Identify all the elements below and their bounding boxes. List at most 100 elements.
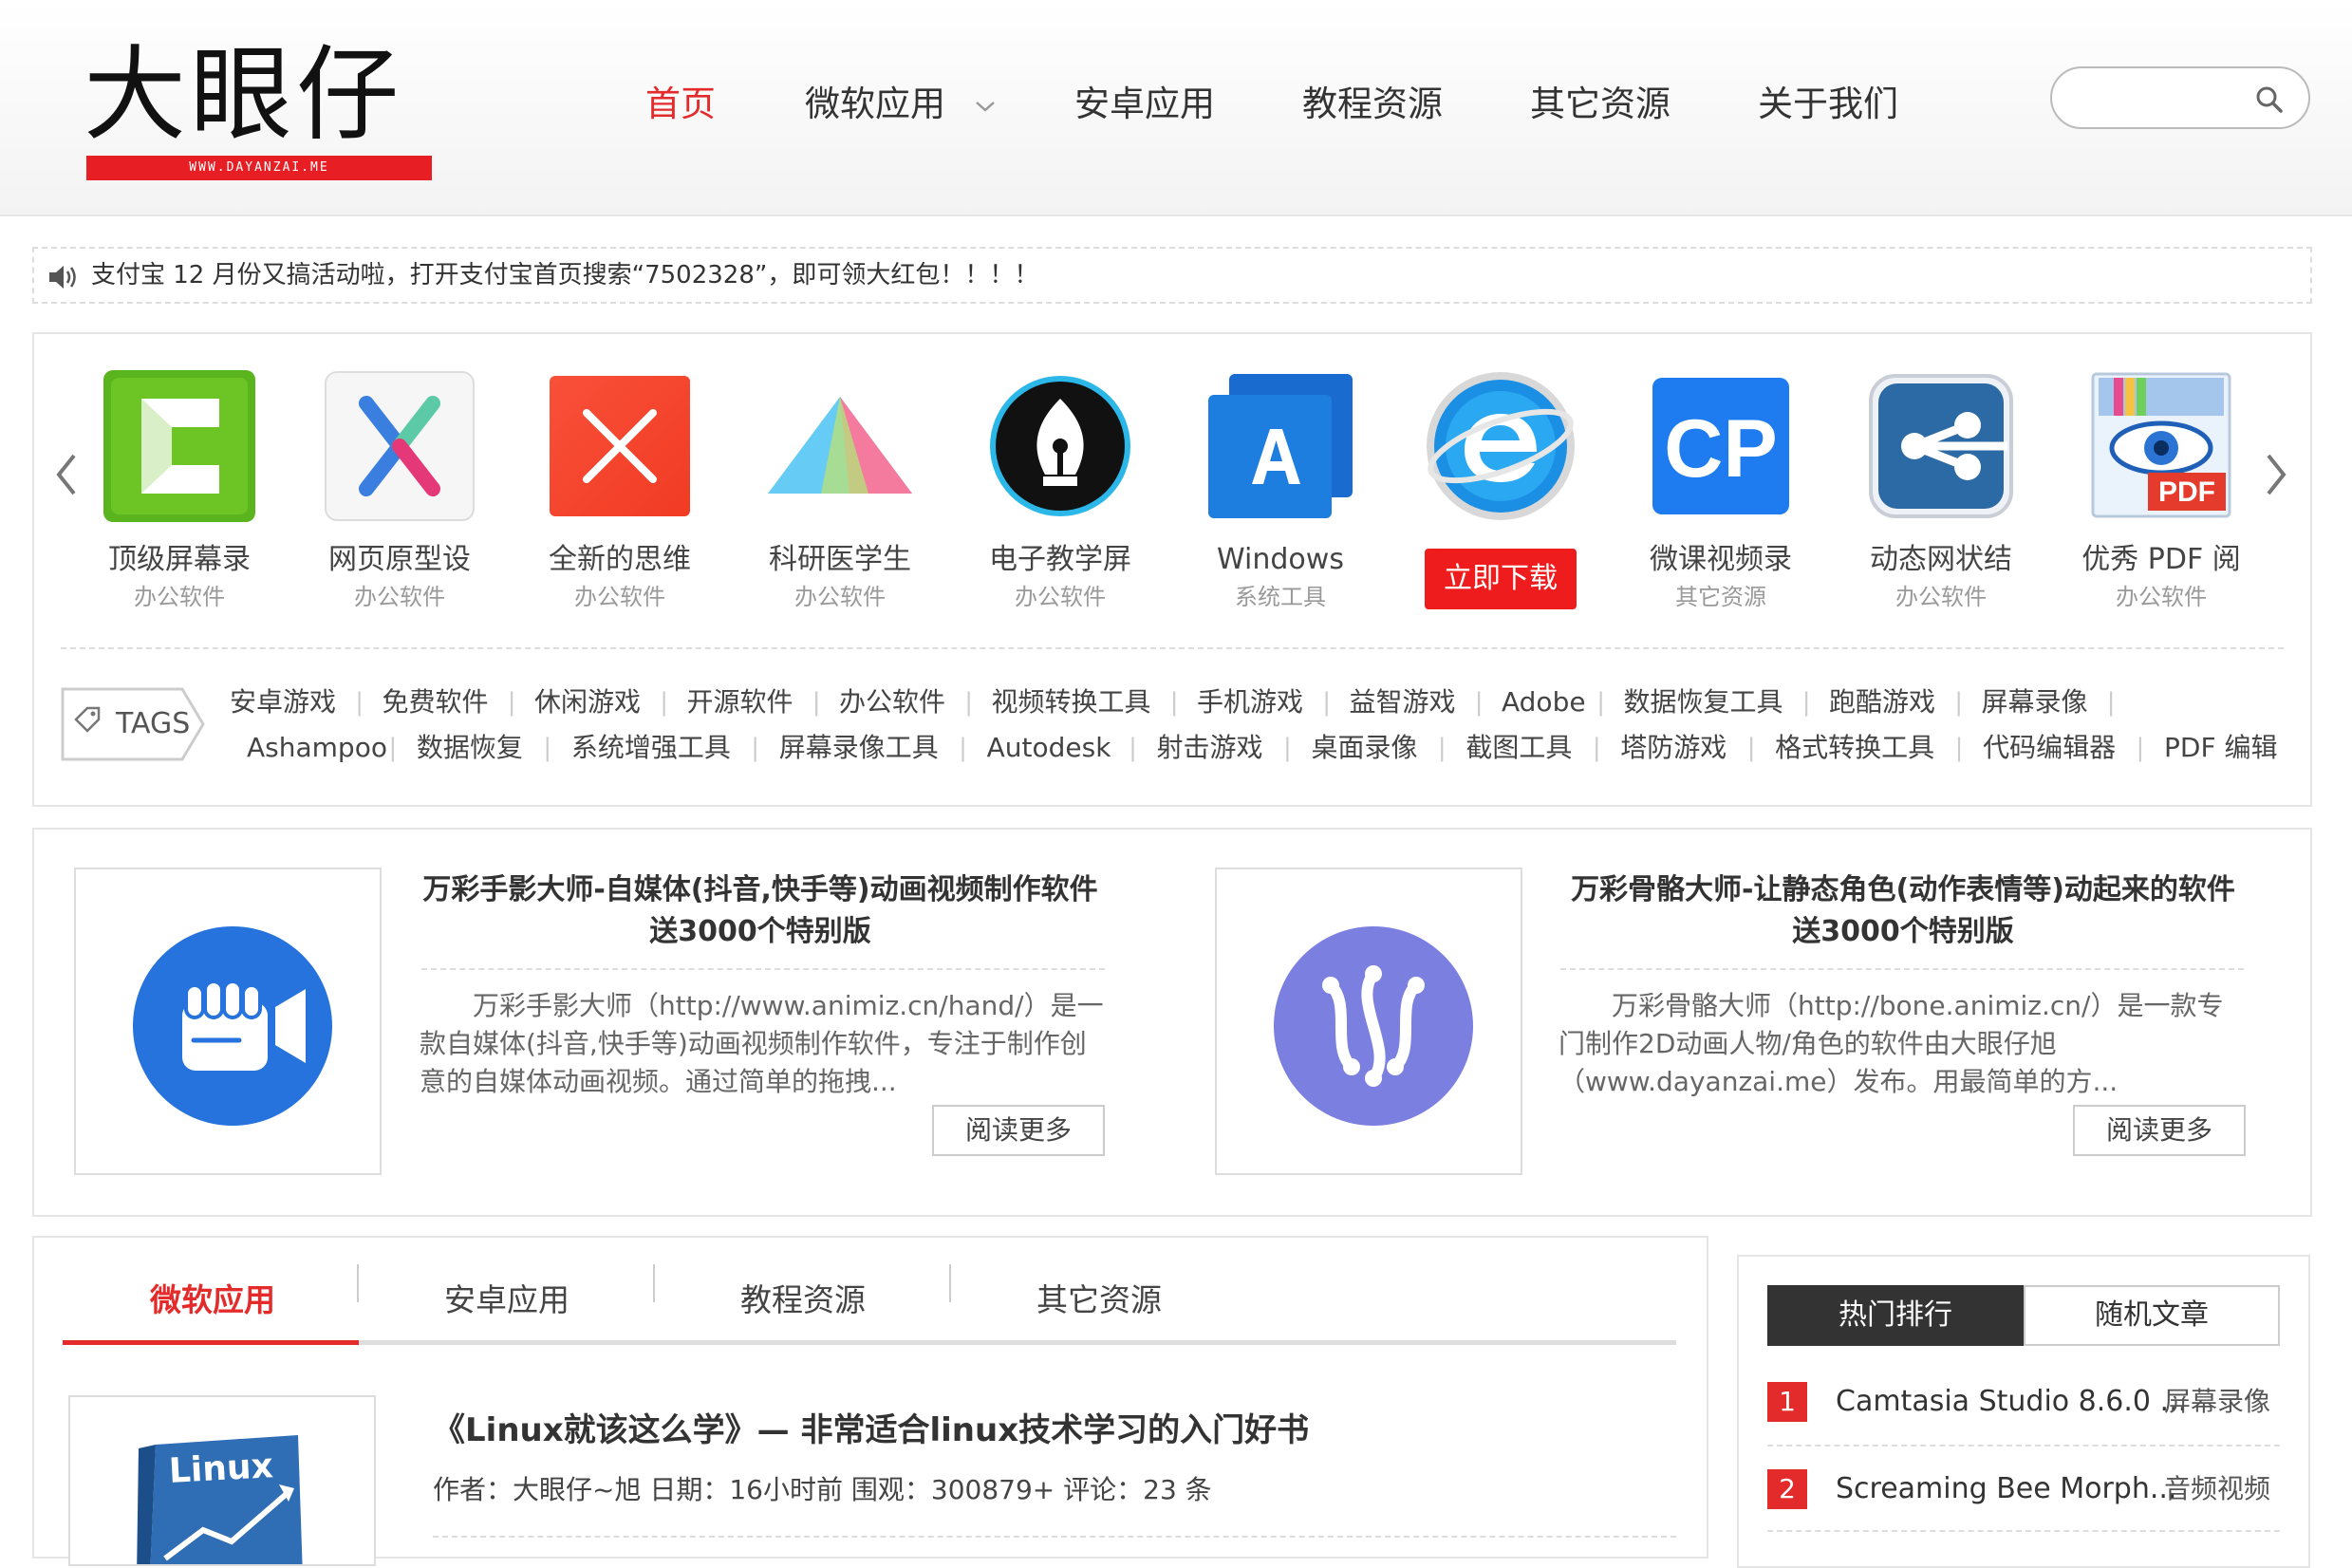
- featured-thumbnail[interactable]: [74, 868, 382, 1175]
- app-card[interactable]: PDF 优秀 PDF 阅 办公软件: [2062, 370, 2251, 617]
- app-category[interactable]: 办公软件: [300, 583, 499, 611]
- tag-link[interactable]: 跑酷游戏: [1829, 683, 1935, 721]
- tab-random-articles[interactable]: 随机文章: [2024, 1285, 2280, 1346]
- app-card[interactable]: 全新的思维 办公软件: [520, 370, 710, 617]
- app-card[interactable]: 立即下载: [1401, 370, 1591, 617]
- app-card[interactable]: Windows 系统工具: [1181, 370, 1371, 617]
- chevron-right-icon[interactable]: [2257, 446, 2295, 503]
- tag-separator: |: [751, 734, 760, 762]
- nav-microsoft-apps[interactable]: 微软应用: [805, 76, 997, 133]
- tag-link[interactable]: 视频转换工具: [992, 683, 1151, 721]
- post-title[interactable]: 《Linux就该这么学》— 非常适合linux技术学习的入门好书: [433, 1407, 1309, 1454]
- tag-link[interactable]: 格式转换工具: [1775, 729, 1934, 767]
- chevron-down-icon: [975, 101, 995, 112]
- download-now-button[interactable]: 立即下载: [1425, 549, 1577, 609]
- rank-item-category[interactable]: 音频视频: [2164, 1469, 2270, 1509]
- app-card[interactable]: 科研医学生 办公软件: [740, 370, 930, 617]
- app-category[interactable]: 办公软件: [961, 583, 1160, 611]
- axure-icon: [325, 371, 475, 521]
- book-cover-text: Linux: [167, 1447, 274, 1491]
- tag-separator: |: [1954, 734, 1964, 762]
- notice-text[interactable]: 支付宝 12 月份又搞活动啦，打开支付宝首页搜索“7502328”，即可领大红包…: [91, 249, 1038, 302]
- tag-link[interactable]: Autodesk: [987, 729, 1111, 767]
- tab-microsoft-apps[interactable]: 微软应用: [150, 1272, 275, 1329]
- featured-title[interactable]: 万彩手影大师-自媒体(抖音,快手等)动画视频制作软件 送3000个特别版: [414, 869, 1107, 953]
- tag-link[interactable]: 屏幕录像: [1982, 683, 2088, 721]
- tag-separator: |: [1322, 688, 1332, 717]
- tag-separator: |: [959, 734, 967, 762]
- divider: [1560, 968, 2244, 970]
- tag-link[interactable]: 射击游戏: [1157, 729, 1263, 767]
- tag-link[interactable]: PDF 编辑: [2164, 729, 2277, 767]
- tab-other-resources[interactable]: 其它资源: [1036, 1272, 1162, 1329]
- tag-link[interactable]: Adobe: [1502, 683, 1586, 721]
- prism-icon: [768, 397, 912, 494]
- nav-other-resources[interactable]: 其它资源: [1530, 76, 1671, 133]
- search-input[interactable]: [2050, 66, 2310, 129]
- app-category[interactable]: 办公软件: [80, 583, 279, 611]
- nav-label: 微软应用: [805, 84, 945, 124]
- tag-link[interactable]: 休闲游戏: [534, 683, 641, 721]
- tag-link[interactable]: 系统增强工具: [571, 729, 731, 767]
- featured-title-line: 送3000个特别版: [649, 915, 871, 948]
- tag-link[interactable]: 安卓游戏: [230, 683, 336, 721]
- app-card[interactable]: 动态网状结 办公软件: [1841, 370, 2031, 617]
- rank-badge: 1: [1767, 1382, 1807, 1422]
- app-name: 微课视频录: [1650, 543, 1792, 576]
- nav-about-us[interactable]: 关于我们: [1758, 76, 1898, 133]
- nav-android-apps[interactable]: 安卓应用: [1074, 76, 1215, 133]
- read-more-button[interactable]: 阅读更多: [2073, 1105, 2246, 1156]
- tag-separator: |: [2106, 688, 2116, 717]
- app-category[interactable]: 其它资源: [1621, 583, 1820, 611]
- app-name: Windows: [1217, 543, 1344, 576]
- tag-separator: |: [2136, 734, 2145, 762]
- search-icon[interactable]: [2255, 85, 2284, 114]
- tab-android-apps[interactable]: 安卓应用: [444, 1272, 569, 1329]
- app-name: 动态网状结: [1870, 543, 2012, 576]
- tag-link[interactable]: 桌面录像: [1311, 729, 1417, 767]
- app-category[interactable]: 系统工具: [1181, 583, 1380, 611]
- ie-icon: [1427, 372, 1575, 520]
- tag-link[interactable]: 数据恢复工具: [1624, 683, 1783, 721]
- tag-link[interactable]: 屏幕录像工具: [779, 729, 939, 767]
- tag-link[interactable]: 免费软件: [383, 683, 489, 721]
- rank-item-category[interactable]: 屏幕录像: [2164, 1382, 2270, 1422]
- tag-link[interactable]: 塔防游戏: [1620, 729, 1727, 767]
- divider: [1767, 1530, 2280, 1532]
- tag-link[interactable]: 开源软件: [687, 683, 793, 721]
- featured-description: 万彩骨骼大师（http://bone.animiz.cn/）是一款专门制作2D动…: [1559, 990, 2224, 1097]
- app-category[interactable]: 办公软件: [1841, 583, 2041, 611]
- svg-text:CP: CP: [1664, 403, 1777, 495]
- app-card[interactable]: 顶级屏幕录 办公软件: [80, 370, 270, 617]
- tab-hot-ranking[interactable]: 热门排行: [1767, 1285, 2024, 1346]
- tag-link[interactable]: 代码编辑器: [1983, 729, 2116, 767]
- nav-tutorials[interactable]: 教程资源: [1302, 76, 1443, 133]
- post-thumbnail[interactable]: Linux: [68, 1395, 376, 1566]
- rank-item-title[interactable]: Screaming Bee Morph...: [1836, 1469, 2176, 1509]
- tag-link[interactable]: 办公软件: [839, 683, 945, 721]
- app-category[interactable]: 办公软件: [520, 583, 719, 611]
- app-card[interactable]: 网页原型设 办公软件: [300, 370, 490, 617]
- rank-item-title[interactable]: Camtasia Studio 8.6.0 ...: [1836, 1382, 2187, 1422]
- tag-link[interactable]: 手机游戏: [1197, 683, 1303, 721]
- tag-link[interactable]: 截图工具: [1465, 729, 1572, 767]
- tab-divider: [653, 1264, 655, 1302]
- app-card[interactable]: 电子教学屏 办公软件: [961, 370, 1150, 617]
- xmind-icon: [550, 376, 690, 516]
- read-more-button[interactable]: 阅读更多: [932, 1105, 1105, 1156]
- speaker-icon: [49, 266, 76, 289]
- featured-title[interactable]: 万彩骨骼大师-让静态角色(动作表情等)动起来的软件 送3000个特别版: [1557, 869, 2249, 953]
- site-logo[interactable]: 大眼仔 WWW.DAYANZAI.ME: [84, 34, 435, 186]
- tag-link[interactable]: 数据恢复: [417, 729, 523, 767]
- app-card[interactable]: CP 微课视频录 其它资源: [1621, 370, 1811, 617]
- tag-link[interactable]: Ashampoo: [247, 729, 387, 767]
- featured-thumbnail[interactable]: [1215, 868, 1522, 1175]
- divider: [61, 647, 2284, 649]
- app-name: 科研医学生: [769, 543, 911, 576]
- nav-home[interactable]: 首页: [645, 76, 716, 133]
- tag-link[interactable]: 益智游戏: [1350, 683, 1456, 721]
- app-category[interactable]: 办公软件: [2062, 583, 2261, 611]
- tab-tutorials[interactable]: 教程资源: [740, 1272, 866, 1329]
- app-category[interactable]: 办公软件: [740, 583, 940, 611]
- tags-label-text: TAGS: [116, 707, 191, 740]
